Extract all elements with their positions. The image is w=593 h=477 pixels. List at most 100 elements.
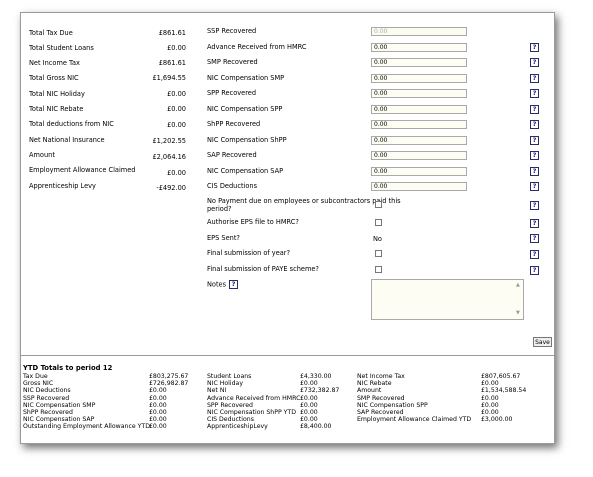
shpp-recovered-input[interactable] [371, 120, 467, 129]
summary-value: £861.61 [158, 59, 186, 67]
cis-deductions-input[interactable] [371, 182, 467, 191]
final-year-label: Final submission of year? [207, 249, 291, 257]
help-icon[interactable]: ? [530, 136, 539, 145]
field-label: SPP Recovered [207, 89, 257, 97]
advance-received-input[interactable] [371, 43, 467, 52]
summary-value: £0.00 [167, 105, 186, 113]
ytd-label: NIC Compensation SMP [23, 401, 96, 409]
summary-label: Total Student Loans [29, 44, 94, 52]
ytd-title: YTD Totals to period 12 [23, 364, 113, 372]
ytd-label: CIS Deductions [207, 416, 254, 424]
ytd-label: Employment Allowance Claimed YTD [357, 416, 472, 424]
ytd-label: SPP Recovered [207, 401, 253, 409]
eps-sent-value: No [373, 235, 382, 243]
notes-label: Notes [207, 280, 227, 289]
ytd-label: SSP Recovered [23, 394, 70, 402]
final-paye-label: Final submission of PAYE scheme? [207, 265, 319, 273]
eps-window: Total Tax Due £861.61 Total Student Loan… [20, 12, 555, 444]
ytd-value: £0.00 [300, 401, 318, 409]
help-icon[interactable]: ? [530, 167, 539, 176]
ytd-value: £0.00 [300, 409, 318, 417]
smp-recovered-input[interactable] [371, 58, 467, 67]
nic-compensation-sap-input[interactable] [371, 167, 467, 176]
save-button[interactable]: Save [533, 337, 552, 347]
help-icon[interactable]: ? [530, 182, 539, 191]
help-icon[interactable]: ? [530, 74, 539, 83]
ytd-label: ApprenticeshipLevy [207, 423, 268, 431]
ytd-value: £0.00 [149, 409, 167, 417]
nic-compensation-shpp-input[interactable] [371, 136, 467, 145]
spp-recovered-input[interactable] [371, 89, 467, 98]
no-payment-label-line1: No Payment due on employees or subcontra… [207, 197, 401, 205]
no-payment-label-line2: period? [207, 205, 232, 213]
field-label: NIC Compensation SMP [207, 74, 285, 82]
ytd-label: ShPP Recovered [23, 409, 73, 417]
ytd-label: Outstanding Employment Allowance YTD [23, 423, 150, 431]
ytd-label: NIC Compensation ShPP YTD [207, 409, 296, 417]
help-icon[interactable]: ? [530, 105, 539, 114]
help-icon[interactable]: ? [530, 219, 539, 228]
help-icon[interactable]: ? [530, 201, 539, 210]
help-icon[interactable]: ? [530, 58, 539, 67]
ytd-value: £0.00 [149, 416, 167, 424]
final-paye-checkbox[interactable] [375, 266, 382, 273]
ytd-value: £807,605.67 [481, 373, 521, 380]
field-label: ShPP Recovered [207, 120, 261, 128]
notes-label-wrap: Notes? [207, 280, 239, 289]
ytd-value: £1,534,588.54 [481, 387, 527, 395]
summary-value: -£492.00 [156, 184, 186, 192]
summary-label: Apprenticeship Levy [29, 182, 96, 190]
summary-label: Net Income Tax [29, 59, 80, 67]
scroll-up-icon[interactable]: ▲ [516, 283, 521, 288]
ytd-label: Net Income Tax [357, 373, 405, 380]
ytd-value: £4,330.00 [300, 373, 332, 380]
ytd-value: £0.00 [481, 394, 499, 402]
ytd-value: £0.00 [300, 380, 318, 388]
scroll-down-icon[interactable]: ▼ [516, 311, 521, 316]
ytd-value: £0.00 [149, 423, 167, 431]
summary-value: £1,202.55 [152, 137, 186, 145]
nic-compensation-spp-input[interactable] [371, 105, 467, 114]
authorise-eps-checkbox[interactable] [375, 219, 382, 226]
help-icon[interactable]: ? [229, 280, 239, 289]
ytd-value: £0.00 [481, 380, 499, 388]
help-icon[interactable]: ? [530, 43, 539, 52]
final-year-checkbox[interactable] [375, 250, 382, 257]
ytd-value: £0.00 [149, 401, 167, 409]
summary-label: Total NIC Rebate [29, 105, 84, 113]
summary-label: Net National Insurance [29, 136, 105, 144]
eps-form-panel: Total Tax Due £861.61 Total Student Loan… [21, 13, 554, 356]
ssp-recovered-input[interactable] [371, 27, 467, 36]
help-icon[interactable]: ? [530, 89, 539, 98]
field-label: NIC Compensation SAP [207, 167, 284, 175]
field-label: NIC Compensation ShPP [207, 136, 287, 144]
field-label: NIC Compensation SPP [207, 105, 283, 113]
ytd-label: NIC Rebate [357, 380, 392, 388]
help-icon[interactable]: ? [530, 266, 539, 275]
ytd-value: £0.00 [149, 387, 167, 395]
ytd-col2-labels: Student Loans NIC Holiday Net NI Advance… [207, 373, 300, 431]
ytd-value: £0.00 [300, 394, 318, 402]
ytd-col3-labels: Net Income Tax NIC Rebate Amount SMP Rec… [357, 373, 471, 423]
no-payment-checkbox[interactable] [375, 201, 382, 208]
help-icon[interactable]: ? [530, 250, 539, 259]
summary-value: £0.00 [167, 121, 186, 129]
summary-value: £1,694.55 [152, 74, 186, 82]
help-icon[interactable]: ? [530, 234, 539, 243]
summary-label: Total NIC Holiday [29, 90, 85, 98]
ytd-value: £0.00 [149, 394, 167, 402]
nic-compensation-smp-input[interactable] [371, 74, 467, 83]
ytd-label: SMP Recovered [357, 394, 405, 402]
field-label: SMP Recovered [207, 58, 258, 66]
ytd-label: Advance Received from HMRC [207, 394, 301, 402]
ytd-value: £0.00 [481, 401, 499, 409]
ytd-value: £732,382.87 [300, 387, 340, 395]
notes-textarea[interactable]: ▲ ▼ [371, 279, 524, 320]
help-icon[interactable]: ? [530, 151, 539, 160]
ytd-label: NIC Holiday [207, 380, 243, 388]
help-icon[interactable]: ? [530, 120, 539, 129]
summary-label: Total deductions from NIC [29, 120, 114, 128]
summary-label: Employment Allowance Claimed [29, 166, 136, 174]
ytd-label: Amount [357, 387, 382, 395]
sap-recovered-input[interactable] [371, 151, 467, 160]
